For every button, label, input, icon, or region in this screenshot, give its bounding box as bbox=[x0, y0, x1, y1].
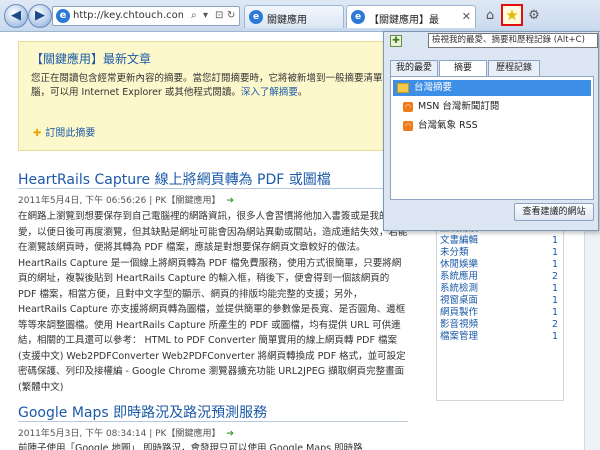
back-arrow-icon: ◀ bbox=[11, 8, 21, 23]
favorites-center-panel: ✚ 我的最愛 摘要 歷程記錄 台灣摘要 ◠ MSN 台灣新聞訂閱 ◠ 台灣氣象 RS… bbox=[383, 31, 599, 231]
home-icon[interactable]: ⌂ bbox=[480, 6, 500, 26]
category-item[interactable]: 網頁製作 1 bbox=[440, 307, 558, 319]
feeds-list: 台灣摘要 ◠ MSN 台灣新聞訂閱 ◠ 台灣氣象 RSS bbox=[390, 76, 594, 200]
tab-keyapp[interactable]: e 關鍵應用 bbox=[244, 5, 344, 28]
view-suggested-sites-button[interactable]: 查看建議的網站 bbox=[514, 203, 594, 221]
star-icon: ★ bbox=[505, 6, 519, 24]
tab-ie-icon: e bbox=[249, 10, 263, 24]
go-arrow-icon[interactable]: ➔ bbox=[226, 196, 234, 206]
category-list: 上網衝浪3 文書編輯1 未分類1 休閒娛樂1 系統應用2 系統檢測1 視窗桌面1… bbox=[440, 223, 558, 343]
tab-history[interactable]: 歷程記錄 bbox=[488, 60, 540, 76]
address-bar[interactable]: e http://key.chtouch.com/Rs ⌕ ▾ ⊡ ↻ bbox=[52, 6, 240, 26]
learn-more-link[interactable]: 深入了解摘要 bbox=[241, 87, 298, 98]
go-arrow-icon[interactable]: ➔ bbox=[226, 429, 234, 439]
rss-icon: ◠ bbox=[403, 102, 413, 112]
post-divider bbox=[18, 188, 408, 189]
list-item[interactable]: ◠ MSN 台灣新聞訂閱 bbox=[403, 99, 600, 115]
folder-icon bbox=[397, 83, 409, 93]
tab-feeds[interactable]: 摘要 bbox=[439, 60, 487, 77]
refresh-icon[interactable]: ↻ bbox=[227, 10, 235, 21]
search-icon[interactable]: ⌕ bbox=[191, 10, 197, 21]
post-title[interactable]: Google Maps 即時路況及路況預測服務 bbox=[18, 402, 267, 422]
feed-title: 【關鍵應用】最新文章 bbox=[31, 52, 152, 66]
gear-icon[interactable]: ⚙ bbox=[524, 6, 544, 26]
tab-favorites[interactable]: 我的最愛 bbox=[390, 60, 438, 76]
rss-icon: ◠ bbox=[403, 121, 413, 131]
compat-icon[interactable]: ⊡ bbox=[215, 10, 223, 21]
tab-label: 【關鍵應用】最 bbox=[369, 15, 439, 26]
forward-arrow-icon: ▶ bbox=[35, 8, 45, 23]
browser-toolbar: ◀ ▶ e http://key.chtouch.com/Rs ⌕ ▾ ⊡ ↻ … bbox=[0, 0, 600, 32]
category-item[interactable]: 系統檢測 1 bbox=[440, 283, 558, 295]
post-meta: 2011年5月4日, 下午 06:56:26 | PK【關鍵應用】 ➔ bbox=[18, 196, 234, 206]
tab-label: 關鍵應用 bbox=[267, 15, 307, 26]
category-item[interactable]: 文書編輯 1 bbox=[440, 235, 558, 247]
favorites-tooltip: 檢視我的最愛、摘要和歷程記錄 (Alt+C) bbox=[428, 33, 598, 48]
category-item[interactable]: 休閒娛樂 1 bbox=[440, 259, 558, 271]
post-meta: 2011年5月3日, 下午 08:34:14 | PK【關鍵應用】 ➔ bbox=[18, 429, 234, 439]
forward-button[interactable]: ▶ bbox=[28, 4, 52, 28]
category-item[interactable]: 檔案管理 1 bbox=[440, 331, 558, 343]
category-item[interactable]: 系統應用 2 bbox=[440, 271, 558, 283]
close-icon[interactable]: ✕ bbox=[462, 10, 471, 23]
list-item[interactable]: 台灣摘要 bbox=[393, 80, 591, 96]
category-item[interactable]: 影音視頻 2 bbox=[440, 319, 558, 331]
category-item[interactable]: 視窗桌面 1 bbox=[440, 295, 558, 307]
post-body: 前陣子使用「Google 地圖」 即時路況，會發現只可以使用 Google Ma… bbox=[18, 443, 363, 450]
back-button[interactable]: ◀ bbox=[4, 4, 28, 28]
dropdown-icon[interactable]: ▾ bbox=[203, 10, 208, 21]
address-url[interactable]: http://key.chtouch.com/Rs bbox=[73, 10, 183, 21]
star-plus-icon: ✚ bbox=[33, 128, 42, 139]
ie-page-icon: e bbox=[56, 9, 70, 23]
subscribe-link[interactable]: ✚ 訂閱此摘要 bbox=[33, 124, 95, 139]
favorites-star-button[interactable]: ★ bbox=[501, 4, 523, 26]
post-divider bbox=[18, 421, 408, 422]
pin-icon[interactable]: ✚ bbox=[390, 35, 402, 47]
tab-ie-icon: e bbox=[351, 10, 365, 24]
category-item[interactable]: 未分類 1 bbox=[440, 247, 558, 259]
post-body: 在網路上瀏覽到想要保存到自己電腦裡的網路資訊，很多人會習慣將他加入書簽或是我的最… bbox=[18, 211, 408, 393]
list-item[interactable]: ◠ 台灣氣象 RSS bbox=[403, 118, 600, 134]
post-title[interactable]: HeartRails Capture 線上將網頁轉為 PDF 或圖檔 bbox=[18, 169, 331, 189]
tab-latest-articles[interactable]: e 【關鍵應用】最 ✕ bbox=[346, 5, 476, 28]
